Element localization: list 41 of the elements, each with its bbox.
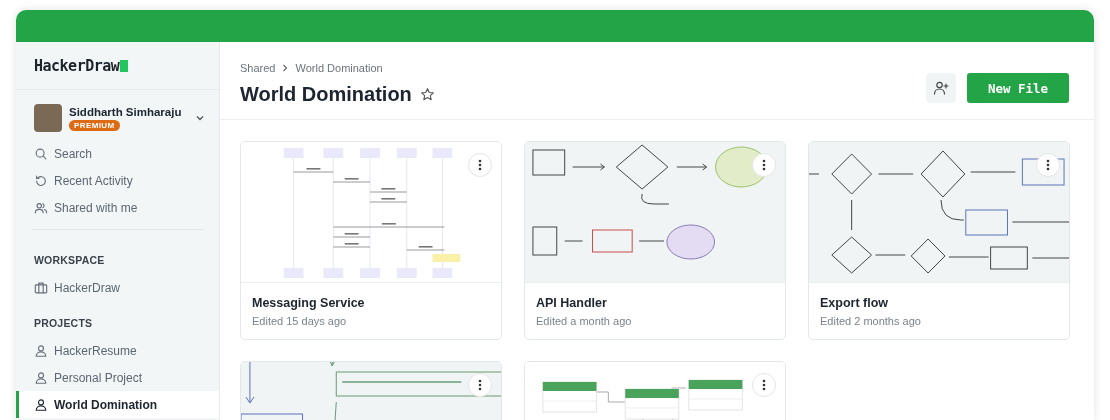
edited-time: Edited 15 days ago — [252, 315, 348, 327]
project-item[interactable]: Personal Project — [16, 364, 219, 391]
more-icon — [762, 379, 766, 391]
add-user-button[interactable] — [926, 73, 956, 103]
breadcrumb-link[interactable]: World Domination — [295, 62, 383, 74]
user-name: Siddharth Simharaju — [69, 105, 182, 118]
edited-time: Edited 2 months ago — [820, 315, 922, 327]
project-item[interactable]: HackerResume — [16, 337, 219, 364]
cursor-icon — [120, 59, 129, 72]
star-icon[interactable] — [419, 87, 435, 102]
more-icon — [478, 379, 482, 391]
user-icon — [34, 397, 48, 412]
app-logo: HackerDraw — [34, 56, 120, 75]
chevron-down-icon[interactable] — [195, 113, 205, 123]
page-title: World Domination — [240, 83, 412, 106]
users-icon — [34, 200, 48, 215]
nav-item[interactable]: Search — [16, 140, 219, 167]
file-title[interactable]: Export flow — [820, 296, 1058, 310]
section-heading: PROJECTS — [33, 316, 94, 331]
file-title[interactable]: API Handler — [536, 296, 774, 310]
breadcrumb-link[interactable]: Shared — [240, 62, 276, 74]
chevron-right-icon — [281, 64, 290, 72]
more-icon — [478, 159, 482, 171]
edited-time: Edited a month ago — [536, 315, 633, 327]
history-icon — [34, 173, 48, 188]
nav-item[interactable]: Shared with me — [16, 194, 219, 221]
more-icon — [762, 159, 766, 171]
briefcase-icon — [34, 280, 48, 295]
project-item[interactable]: World Domination — [16, 391, 219, 418]
file-title[interactable]: Messaging Service — [252, 296, 490, 310]
user-icon — [34, 370, 48, 385]
avatar-placeholder — [34, 104, 62, 132]
user-icon — [34, 343, 48, 358]
project-item[interactable]: HackerDraw — [16, 274, 219, 301]
search-icon — [34, 146, 48, 161]
nav-item[interactable]: Recent Activity — [16, 167, 219, 194]
add-user-icon — [933, 80, 949, 96]
section-heading: WORKSPACE — [33, 253, 106, 268]
more-icon — [1046, 159, 1050, 171]
new-file-button[interactable]: New File — [967, 73, 1069, 103]
premium-badge: PREMIUM — [69, 119, 120, 131]
